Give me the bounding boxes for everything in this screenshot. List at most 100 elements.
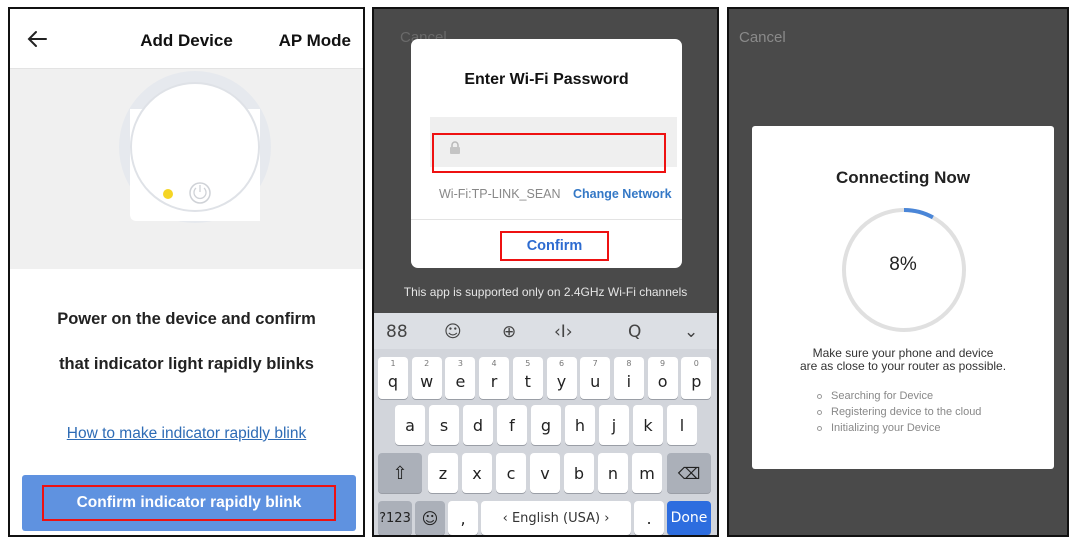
key-n[interactable]: n: [598, 453, 628, 493]
key-m[interactable]: m: [632, 453, 662, 493]
wifi-name: Wi-Fi:TP-LINK_SEAN: [439, 187, 561, 201]
key-v[interactable]: v: [530, 453, 560, 493]
key-p[interactable]: 0p: [681, 357, 712, 399]
key-number: 2: [424, 359, 430, 368]
key-number: 7: [592, 359, 598, 368]
divider: [411, 219, 682, 220]
key-u[interactable]: 7u: [580, 357, 611, 399]
key-char: t: [524, 371, 531, 391]
keyboard-toolbar: 88 ☺ ⊕ ‹I› Q ⌄: [374, 313, 717, 349]
confirm-button[interactable]: Confirm: [500, 231, 609, 261]
support-note: This app is supported only on 2.4GHz Wi-…: [403, 285, 688, 299]
key-char: e: [455, 371, 466, 391]
key-char: w: [420, 371, 434, 391]
key-number: 6: [558, 359, 565, 368]
message-line-2: are as close to your router as possible.: [799, 359, 1007, 373]
key-e[interactable]: 3e: [445, 357, 476, 399]
step-label: Initializing your Device: [831, 422, 941, 434]
progress-arc: [903, 208, 934, 220]
grid-icon[interactable]: 88: [386, 322, 408, 342]
emoji-key[interactable]: ☺: [415, 501, 445, 535]
wifi-password-screen: Cancel Enter Wi-Fi Password Wi-Fi:TP-LIN…: [372, 7, 719, 537]
key-y[interactable]: 6y: [546, 357, 577, 399]
search-icon[interactable]: Q: [628, 322, 641, 342]
key-f[interactable]: f: [497, 405, 527, 445]
space-key[interactable]: ‹ English (USA) ›: [481, 501, 631, 535]
key-w[interactable]: 2w: [411, 357, 442, 399]
key-q[interactable]: 1q: [378, 357, 408, 399]
connecting-screen: Cancel Connecting Now 8% Make sure your …: [727, 7, 1069, 537]
key-j[interactable]: j: [599, 405, 629, 445]
key-h[interactable]: h: [565, 405, 595, 445]
wifi-password-dialog: Enter Wi-Fi Password Wi-Fi:TP-LINK_SEAN …: [411, 39, 682, 268]
ap-mode-button[interactable]: AP Mode: [279, 31, 351, 51]
key-t[interactable]: 5t: [512, 357, 543, 399]
key-char: o: [657, 371, 668, 391]
key-char: y: [556, 371, 567, 391]
indicator-light: [163, 189, 173, 199]
howto-link[interactable]: How to make indicator rapidly blink: [10, 425, 363, 443]
connecting-dialog: Connecting Now 8% Make sure your phone a…: [752, 126, 1054, 469]
lock-icon: [450, 141, 460, 154]
key-o[interactable]: 9o: [647, 357, 678, 399]
key-char: q: [387, 371, 399, 391]
cancel-link[interactable]: Cancel: [739, 29, 786, 46]
add-device-screen: Add Device AP Mode Power on the device a…: [8, 7, 365, 537]
device-illustration: [10, 69, 363, 269]
connecting-title: Connecting Now: [835, 168, 971, 187]
key-s[interactable]: s: [429, 405, 459, 445]
confirm-indicator-button[interactable]: Confirm indicator rapidly blink: [22, 475, 356, 531]
key-number: 4: [491, 359, 497, 368]
key-char: r: [490, 371, 498, 391]
key-k[interactable]: k: [633, 405, 663, 445]
key-number: 5: [525, 359, 531, 368]
dialog-title: Enter Wi-Fi Password: [464, 71, 629, 88]
step-label: Registering device to the cloud: [831, 406, 982, 418]
connecting-message: Make sure your phone and device are as c…: [752, 347, 1054, 373]
key-z[interactable]: z: [428, 453, 458, 493]
instruction-line-2: that indicator light rapidly blinks: [59, 355, 314, 373]
key-i[interactable]: 8i: [613, 357, 644, 399]
step-label: Searching for Device: [831, 390, 934, 402]
key-number: 0: [693, 359, 699, 368]
key-g[interactable]: g: [531, 405, 561, 445]
symbols-key[interactable]: ?123: [378, 501, 412, 535]
password-highlight: [432, 133, 666, 173]
key-char: p: [691, 371, 702, 391]
key-d[interactable]: d: [463, 405, 493, 445]
connection-steps: Searching for Device Registering device …: [817, 388, 981, 436]
key-number: 1: [390, 359, 396, 368]
bullet-icon: [817, 425, 822, 431]
progress-percent: 8%: [889, 254, 917, 275]
comma-key[interactable]: ,: [448, 501, 478, 535]
backspace-key[interactable]: ⌫: [667, 453, 711, 493]
keyboard: 88 ☺ ⊕ ‹I› Q ⌄ 1q2w3e4r5t6y7u8i9o0pasdfg…: [374, 313, 717, 535]
key-char: u: [590, 371, 601, 391]
key-a[interactable]: a: [395, 405, 425, 445]
key-r[interactable]: 4r: [479, 357, 510, 399]
done-key[interactable]: Done: [667, 501, 711, 535]
instruction-text: Power on the device and confirm that ind…: [20, 297, 353, 387]
key-x[interactable]: x: [462, 453, 492, 493]
emoji-icon[interactable]: ☺: [444, 322, 462, 342]
bullet-icon: [817, 409, 822, 415]
collapse-icon[interactable]: ⌄: [684, 322, 698, 342]
key-l[interactable]: l: [667, 405, 697, 445]
globe-icon[interactable]: ⊕: [502, 322, 516, 342]
key-c[interactable]: c: [496, 453, 526, 493]
key-number: 8: [626, 359, 632, 368]
key-number: 9: [660, 359, 666, 368]
step-item: Registering device to the cloud: [817, 404, 981, 420]
instruction-line-1: Power on the device and confirm: [57, 310, 316, 328]
key-char: i: [626, 371, 632, 391]
bullet-icon: [817, 393, 822, 399]
period-key[interactable]: .: [634, 501, 664, 535]
step-item: Initializing your Device: [817, 420, 981, 436]
key-number: 3: [457, 359, 463, 368]
cursor-icon[interactable]: ‹I›: [554, 322, 573, 342]
step-item: Searching for Device: [817, 388, 981, 404]
shift-key[interactable]: ⇧: [378, 453, 422, 493]
key-b[interactable]: b: [564, 453, 594, 493]
confirm-indicator-label: Confirm indicator rapidly blink: [42, 485, 336, 521]
change-network-link[interactable]: Change Network: [573, 187, 672, 201]
